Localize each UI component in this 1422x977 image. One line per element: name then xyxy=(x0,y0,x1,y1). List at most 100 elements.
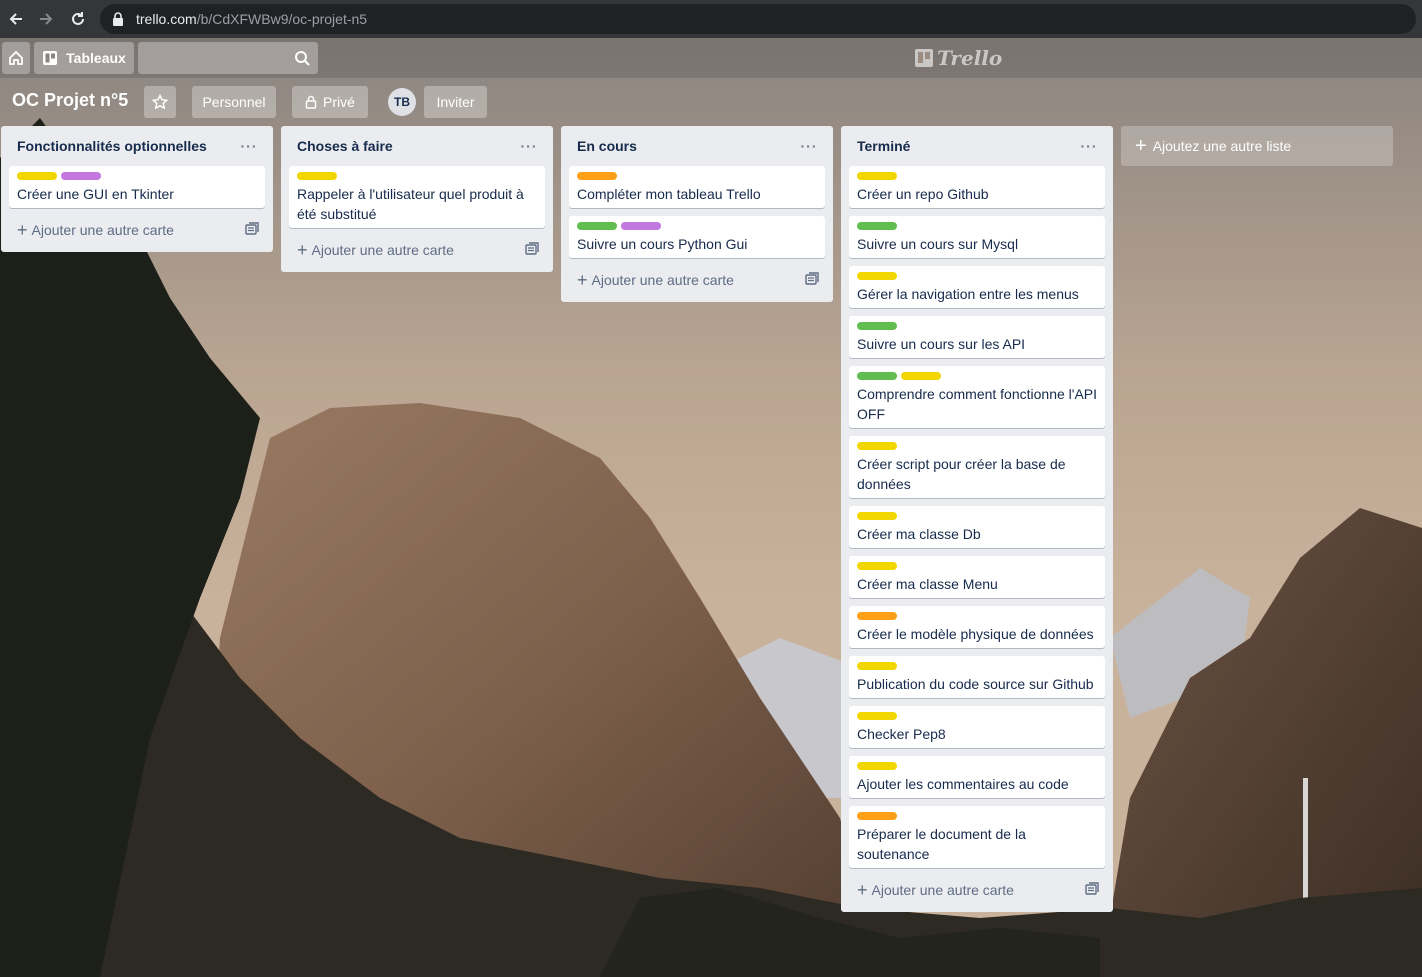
back-arrow-icon[interactable] xyxy=(0,3,32,35)
forward-arrow-icon[interactable] xyxy=(30,3,62,35)
reload-icon[interactable] xyxy=(62,3,94,35)
list-menu-icon[interactable]: ··· xyxy=(1077,136,1101,156)
card-label[interactable] xyxy=(857,512,897,520)
template-icon[interactable] xyxy=(245,221,259,239)
template-icon[interactable] xyxy=(805,271,819,289)
card-label[interactable] xyxy=(621,222,661,230)
list-menu-icon[interactable]: ··· xyxy=(797,136,821,156)
add-card-left: + Ajouter une autre carte xyxy=(17,221,174,239)
add-card-button[interactable]: + Ajouter une autre carte xyxy=(569,266,825,294)
card[interactable]: Créer ma classe Db xyxy=(849,506,1105,548)
card-label[interactable] xyxy=(857,812,897,820)
card-labels xyxy=(857,512,1097,520)
card-label[interactable] xyxy=(857,762,897,770)
add-card-button[interactable]: + Ajouter une autre carte xyxy=(289,236,545,264)
card-label[interactable] xyxy=(857,272,897,280)
boards-label: Tableaux xyxy=(66,50,126,66)
card-label[interactable] xyxy=(577,222,617,230)
card-label[interactable] xyxy=(17,172,57,180)
card[interactable]: Comprendre comment fonctionne l'API OFF xyxy=(849,366,1105,428)
list: En cours ··· Compléter mon tableau Trello S… xyxy=(561,126,833,302)
list-menu-icon[interactable]: ··· xyxy=(517,136,541,156)
card[interactable]: Créer un repo Github xyxy=(849,166,1105,208)
list-menu-icon[interactable]: ··· xyxy=(237,136,261,156)
url-text: trello.com/b/CdXFWBw9/oc-projet-n5 xyxy=(136,11,367,27)
card-title: Créer ma classe Db xyxy=(857,526,981,542)
card-label[interactable] xyxy=(857,222,897,230)
list-header: Choses à faire ··· xyxy=(289,126,545,166)
card-title: Suivre un cours sur les API xyxy=(857,336,1026,352)
card-title: Préparer le document de la soutenance xyxy=(857,826,1026,862)
card-label[interactable] xyxy=(61,172,101,180)
plus-icon: + xyxy=(297,240,308,260)
avatar[interactable]: TB xyxy=(388,88,416,116)
card-label[interactable] xyxy=(857,442,897,450)
card-title: Suivre un cours Python Gui xyxy=(577,236,748,252)
card[interactable]: Préparer le document de la soutenance xyxy=(849,806,1105,868)
card-label[interactable] xyxy=(857,372,897,380)
card-title: Checker Pep8 xyxy=(857,726,946,742)
trello-logo-icon xyxy=(915,49,933,67)
card[interactable]: Checker Pep8 xyxy=(849,706,1105,748)
card[interactable]: Créer ma classe Menu xyxy=(849,556,1105,598)
card[interactable]: Ajouter les commentaires au code xyxy=(849,756,1105,798)
search-input[interactable] xyxy=(138,42,318,74)
plus-icon: + xyxy=(857,880,868,900)
card[interactable]: Créer une GUI en Tkinter xyxy=(9,166,265,208)
card-labels xyxy=(857,272,1097,280)
card-label[interactable] xyxy=(857,612,897,620)
card[interactable]: Suivre un cours sur Mysql xyxy=(849,216,1105,258)
add-card-button[interactable]: + Ajouter une autre carte xyxy=(9,216,265,244)
card-label[interactable] xyxy=(857,172,897,180)
address-bar[interactable]: trello.com/b/CdXFWBw9/oc-projet-n5 xyxy=(100,4,1416,34)
card-labels xyxy=(857,172,1097,180)
card-label[interactable] xyxy=(857,562,897,570)
boards-icon xyxy=(43,51,58,65)
lock-icon xyxy=(305,95,317,109)
card-label[interactable] xyxy=(857,712,897,720)
card-label[interactable] xyxy=(857,662,897,670)
home-button[interactable] xyxy=(2,42,30,74)
card-labels xyxy=(857,562,1097,570)
card-title: Rappeler à l'utilisateur quel produit à … xyxy=(297,186,524,222)
list: Choses à faire ··· Rappeler à l'utilisateu… xyxy=(281,126,553,272)
card-label[interactable] xyxy=(577,172,617,180)
card-label[interactable] xyxy=(297,172,337,180)
board-header: OC Projet n°5 Personnel Privé TB Inviter xyxy=(0,78,1422,126)
list-title[interactable]: Terminé xyxy=(857,138,910,154)
card-labels xyxy=(17,172,257,180)
card-title: Créer script pour créer la base de donné… xyxy=(857,456,1066,492)
card-label[interactable] xyxy=(901,372,941,380)
invite-label: Inviter xyxy=(436,94,475,110)
invite-button[interactable]: Inviter xyxy=(424,86,487,118)
star-icon xyxy=(152,94,168,110)
list: Fonctionnalités optionnelles ··· Créer une… xyxy=(1,126,273,252)
card[interactable]: Rappeler à l'utilisateur quel produit à … xyxy=(289,166,545,228)
list-title[interactable]: En cours xyxy=(577,138,637,154)
add-card-left: + Ajouter une autre carte xyxy=(577,271,734,289)
board-title[interactable]: OC Projet n°5 xyxy=(12,90,128,111)
card[interactable]: Gérer la navigation entre les menus xyxy=(849,266,1105,308)
personal-button[interactable]: Personnel xyxy=(192,86,276,118)
list-title[interactable]: Fonctionnalités optionnelles xyxy=(17,138,207,154)
trello-logo-text: Trello xyxy=(937,46,1003,70)
trello-logo[interactable]: Trello xyxy=(915,46,1002,70)
card-title: Créer un repo Github xyxy=(857,186,989,202)
add-list-button[interactable]: + Ajoutez une autre liste xyxy=(1121,126,1393,166)
card[interactable]: Compléter mon tableau Trello xyxy=(569,166,825,208)
card[interactable]: Créer script pour créer la base de donné… xyxy=(849,436,1105,498)
card[interactable]: Créer le modèle physique de données xyxy=(849,606,1105,648)
boards-button[interactable]: Tableaux xyxy=(34,42,134,74)
star-button[interactable] xyxy=(144,86,176,118)
trello-header: Tableaux Trello xyxy=(0,38,1422,78)
card[interactable]: Suivre un cours sur les API xyxy=(849,316,1105,358)
add-card-button[interactable]: + Ajouter une autre carte xyxy=(849,876,1105,904)
card-label[interactable] xyxy=(857,322,897,330)
plus-icon: + xyxy=(1135,135,1147,157)
list-title[interactable]: Choses à faire xyxy=(297,138,393,154)
card[interactable]: Suivre un cours Python Gui xyxy=(569,216,825,258)
visibility-button[interactable]: Privé xyxy=(292,86,368,118)
template-icon[interactable] xyxy=(525,241,539,259)
template-icon[interactable] xyxy=(1085,881,1099,899)
card[interactable]: Publication du code source sur Github xyxy=(849,656,1105,698)
